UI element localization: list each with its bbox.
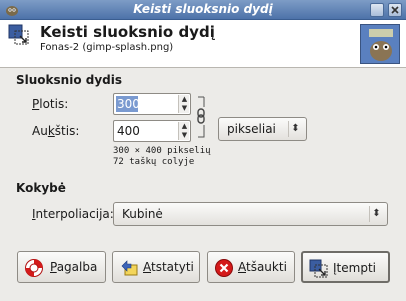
unit-combobox[interactable]: pikseliai ⬍ [218,117,307,141]
quality-section-heading: Kokybė [16,181,66,195]
dialog-heading: Keisti sluoksnio dydį [40,23,215,41]
interpolation-combobox[interactable]: Kubinė ⬍ [113,202,388,226]
wilber-thumbnail-icon [361,25,399,63]
interpolation-value: Kubinė [122,207,163,221]
interpolation-label-text: nterpoliacija: [35,207,114,221]
unit-dropdown-icon: ⬍ [288,121,302,137]
reset-label-text: tstatyti [151,260,194,274]
scale-label: Įtempti [333,261,376,275]
height-label-text: štis: [54,124,80,138]
reset-button[interactable]: Atstatyti [112,251,200,283]
size-section-heading: Sluoksnio dydis [16,73,123,87]
height-label-prefix: Au [32,124,48,138]
reset-label: Atstatyti [143,260,194,274]
help-label-text: agalba [56,260,98,274]
height-spinbutton[interactable]: ▲ ▼ [113,120,191,142]
width-decrement-icon[interactable]: ▼ [180,104,189,113]
scale-label-text: tempti [336,261,376,275]
cancel-label: Atšaukti [238,260,287,274]
window-title: Keisti sluoksnio dydį [133,2,273,16]
size-info-pixels: 300 × 400 pikselių [113,146,211,156]
height-input[interactable] [116,123,176,139]
width-input[interactable] [116,96,138,112]
width-spinbutton[interactable]: ▲ ▼ [113,93,191,115]
close-window-button[interactable] [388,3,402,17]
width-label: Plotis: [32,97,68,111]
image-name: Fonas-2 (gimp-splash.png) [40,42,174,53]
height-label: Aukštis: [32,124,79,138]
interpolation-dropdown-icon: ⬍ [369,206,383,222]
chain-link-icon[interactable] [195,95,207,141]
dialog-header: Keisti sluoksnio dydį Fonas-2 (gimp-spla… [0,20,406,68]
cancel-mnemonic: A [238,260,246,274]
close-icon [391,6,399,14]
height-increment-icon[interactable]: ▲ [180,122,189,131]
interpolation-label: Interpoliacija: [32,207,114,221]
unit-value: pikseliai [227,122,276,136]
help-button[interactable]: Pagalba [17,251,106,283]
height-label-mnemonic: k [47,124,55,138]
cancel-label-text: tšaukti [246,260,287,274]
size-info-resolution: 72 taškų colyje [113,157,195,167]
height-decrement-icon[interactable]: ▼ [180,131,189,140]
size-info: 300 × 400 pikselių 72 taškų colyje [113,146,211,168]
width-label-text: lotis: [39,97,69,111]
width-increment-icon[interactable]: ▲ [180,95,189,104]
help-mnemonic: P [50,260,57,274]
reset-mnemonic: A [143,260,151,274]
maximize-button[interactable] [370,3,384,17]
scale-layer-button-icon [309,259,328,278]
cancel-stop-icon [215,259,233,277]
layer-thumbnail [360,24,400,64]
help-lifebuoy-icon [25,259,43,277]
window-titlebar[interactable]: Keisti sluoksnio dydį [0,0,406,20]
cancel-button[interactable]: Atšaukti [207,251,295,283]
height-stepper[interactable]: ▲ ▼ [178,122,189,140]
scale-button[interactable]: Įtempti [301,251,390,283]
reset-undo-icon [121,260,138,276]
width-stepper[interactable]: ▲ ▼ [178,95,189,113]
help-label: Pagalba [50,260,97,274]
scale-layer-icon [8,24,29,45]
